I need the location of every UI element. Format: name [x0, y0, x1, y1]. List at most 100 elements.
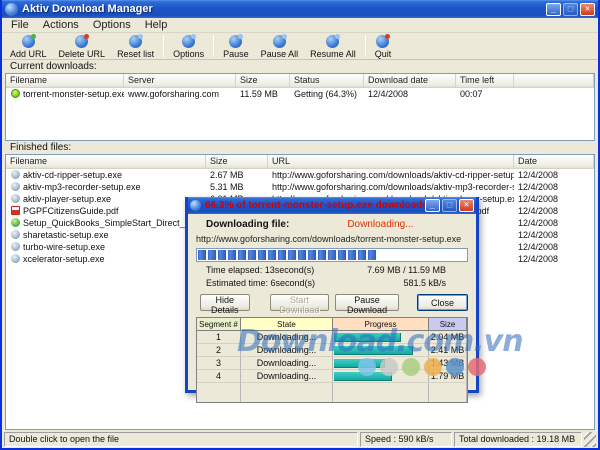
dialog-icon	[190, 200, 201, 211]
download-url: http://www.goforsharing.com/downloads/to…	[196, 234, 462, 244]
time-elapsed: Time elapsed: 13second(s)	[206, 265, 315, 275]
app-icon	[5, 2, 18, 16]
download-progress-dialog: 66.3% of torrent-monster-setup.exe downl…	[185, 197, 479, 403]
current-downloads-list[interactable]: Filename Server Size Status Download dat…	[5, 73, 595, 141]
toolbar-separator	[364, 35, 366, 57]
dialog-body: Downloading file: Downloading... http://…	[188, 214, 476, 407]
segment-size: 2.04 MB	[429, 331, 467, 344]
pause-download-button[interactable]: Pause Download	[335, 294, 400, 315]
finished-files-label: Finished files:	[10, 142, 72, 153]
finished-file-row[interactable]: aktiv-cd-ripper-setup.exe 2.67 MB http:/…	[6, 169, 594, 181]
col-url[interactable]: URL	[268, 155, 514, 168]
cell-status: Getting (64.3%)	[294, 89, 358, 99]
segment-size: 2.41 MB	[429, 344, 467, 357]
col-server[interactable]: Server	[124, 74, 236, 87]
quickbooks-file-icon	[11, 218, 20, 227]
col-size[interactable]: Size	[206, 155, 268, 168]
download-status-text: Downloading...	[347, 219, 414, 230]
col-time-left[interactable]: Time left	[456, 74, 514, 87]
segment-state: Downloading...	[241, 331, 333, 344]
app-file-icon	[11, 170, 20, 179]
delete-url-button[interactable]: Delete URL	[53, 33, 112, 59]
col-filename[interactable]: Filename	[6, 74, 124, 87]
reset-list-icon	[129, 33, 144, 48]
hide-details-button[interactable]: Hide Details	[200, 294, 250, 315]
status-message: Double click to open the file	[4, 432, 358, 447]
pdf-file-icon	[11, 206, 20, 215]
menu-help[interactable]: Help	[138, 19, 175, 31]
resume-all-icon	[326, 33, 341, 48]
estimated-time: Estimated time: 6second(s)	[206, 278, 316, 288]
current-downloads-header: Filename Server Size Status Download dat…	[6, 74, 594, 88]
current-download-row[interactable]: torrent-monster-setup.exe www.goforshari…	[6, 88, 594, 100]
add-url-icon	[21, 33, 36, 48]
col-date[interactable]: Date	[514, 155, 594, 168]
dialog-close-button[interactable]: ✕	[459, 199, 474, 212]
menu-options[interactable]: Options	[86, 19, 138, 31]
cell-filename: torrent-monster-setup.exe	[23, 89, 124, 99]
close-dialog-button[interactable]: Close	[417, 294, 468, 311]
downloading-file-label: Downloading file:	[206, 219, 290, 230]
pause-all-icon	[272, 33, 287, 48]
delete-url-icon	[75, 33, 90, 48]
add-url-button[interactable]: Add URL	[4, 33, 53, 59]
segment-size: 1.79 MB	[429, 370, 467, 383]
col-filename[interactable]: Filename	[6, 155, 206, 168]
close-button[interactable]: ✕	[580, 2, 595, 16]
pause-icon	[229, 33, 244, 48]
maximize-button[interactable]: □	[563, 2, 578, 16]
col-download-date[interactable]: Download date	[364, 74, 456, 87]
cell-download-date: 12/4/2008	[368, 89, 409, 99]
download-progress-fill	[198, 250, 376, 260]
seg-col-size[interactable]: Size	[429, 318, 467, 331]
segment-progress-bar	[334, 333, 401, 342]
segment-progress-bar	[334, 359, 386, 368]
col-status[interactable]: Status	[290, 74, 364, 87]
dialog-title-bar[interactable]: 66.3% of torrent-monster-setup.exe downl…	[188, 197, 476, 214]
app-file-icon	[11, 230, 20, 239]
segment-progress-bar	[334, 346, 414, 355]
title-bar[interactable]: Aktiv Download Manager _ □ ✕	[2, 0, 598, 18]
pause-button[interactable]: Pause	[217, 33, 255, 59]
options-icon	[182, 33, 197, 48]
col-size[interactable]: Size	[236, 74, 290, 87]
quit-button[interactable]: Quit	[369, 33, 398, 59]
finished-file-row[interactable]: aktiv-mp3-recorder-setup.exe 5.31 MB htt…	[6, 181, 594, 193]
downloading-file-icon	[11, 89, 20, 98]
finished-files-header: Filename Size URL Date	[6, 155, 594, 169]
segment-state: Downloading...	[241, 357, 333, 370]
toolbar: Add URL Delete URL Reset list Options Pa…	[2, 33, 598, 60]
pause-all-button[interactable]: Pause All	[255, 33, 305, 59]
menu-file[interactable]: File	[4, 19, 36, 31]
current-downloads-label: Current downloads:	[10, 61, 97, 72]
download-progress-bar	[196, 248, 468, 262]
dialog-minimize-button[interactable]: _	[425, 199, 440, 212]
seg-col-progress[interactable]: Progress	[333, 318, 429, 331]
resize-grip[interactable]	[584, 432, 596, 447]
seg-col-number[interactable]: Segment #	[197, 318, 241, 331]
segment-progress-bar	[334, 372, 392, 381]
segment-state: Downloading...	[241, 370, 333, 383]
menu-bar: File Actions Options Help	[2, 18, 598, 33]
transfer-speed: 581.5 kB/s	[403, 278, 446, 288]
dialog-maximize-button[interactable]: □	[442, 199, 457, 212]
toolbar-separator	[213, 35, 215, 57]
seg-col-state[interactable]: State	[241, 318, 333, 331]
minimize-button[interactable]: _	[546, 2, 561, 16]
col-filler	[514, 74, 594, 87]
start-download-button[interactable]: Start Download	[269, 294, 330, 315]
dialog-title: 66.3% of torrent-monster-setup.exe downl…	[205, 200, 425, 211]
segments-table: Segment # State Progress Size 1 Download…	[196, 317, 468, 403]
app-file-icon	[11, 194, 20, 203]
segment-number: 4	[197, 370, 241, 383]
cell-server: www.goforsharing.com	[128, 89, 220, 99]
options-button[interactable]: Options	[167, 33, 210, 59]
resume-all-button[interactable]: Resume All	[304, 33, 362, 59]
quit-icon	[376, 33, 391, 48]
segment-number: 2	[197, 344, 241, 357]
app-file-icon	[11, 254, 20, 263]
reset-list-button[interactable]: Reset list	[111, 33, 160, 59]
downloaded-of-total: 7.69 MB / 11.59 MB	[367, 265, 446, 275]
segment-number: 1	[197, 331, 241, 344]
menu-actions[interactable]: Actions	[36, 19, 86, 31]
